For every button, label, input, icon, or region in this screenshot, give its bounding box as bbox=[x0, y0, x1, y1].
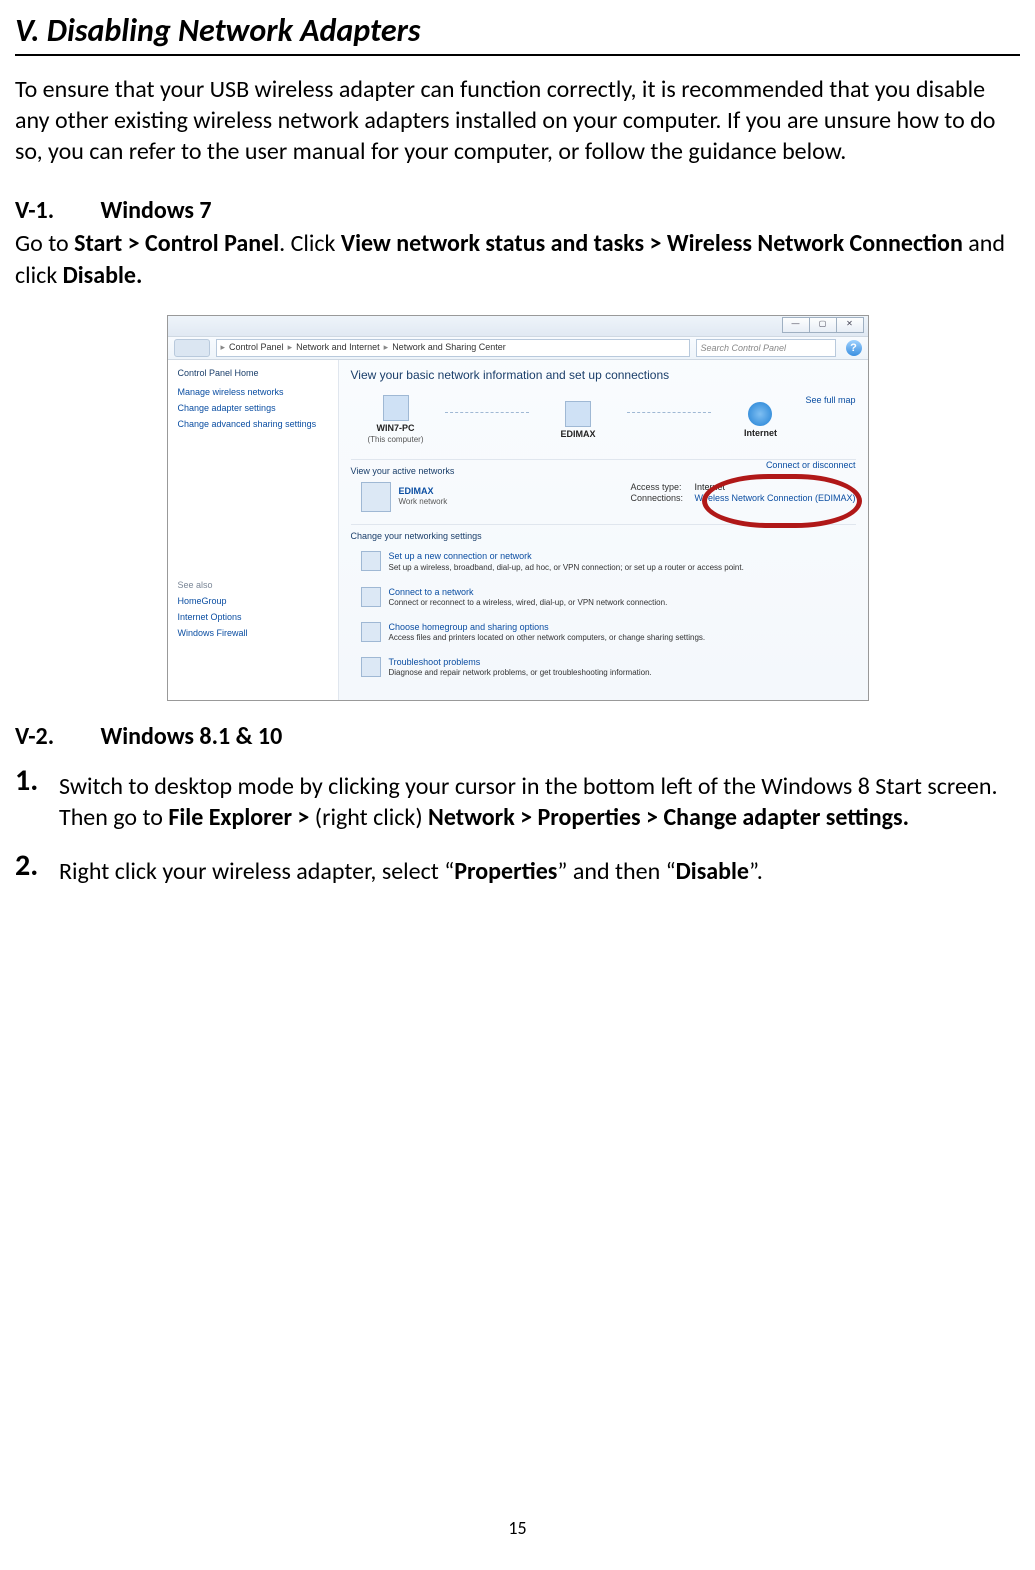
minimize-button[interactable]: — bbox=[782, 317, 810, 333]
window-controls: — ▢ ✕ bbox=[782, 317, 864, 333]
breadcrumb-sep: ▸ bbox=[288, 342, 293, 354]
step-number: 2. bbox=[15, 851, 55, 887]
computer-icon bbox=[383, 395, 409, 421]
breadcrumb-sep: ▸ bbox=[384, 342, 389, 354]
step-body: Right click your wireless adapter, selec… bbox=[55, 856, 1020, 887]
active-network-name[interactable]: EDIMAX bbox=[399, 486, 448, 498]
active-network-type[interactable]: Work network bbox=[399, 497, 448, 507]
setting-item[interactable]: Troubleshoot problems Diagnose and repai… bbox=[351, 652, 856, 687]
active-network-row: EDIMAX Work network Access type: Interne… bbox=[351, 476, 856, 520]
breadcrumb[interactable]: ▸ Control Panel ▸ Network and Internet ▸… bbox=[216, 339, 690, 357]
help-icon[interactable]: ? bbox=[846, 340, 862, 356]
sidebar-link[interactable]: Windows Firewall bbox=[178, 628, 328, 640]
wireless-connection-link[interactable]: Wireless Network Connection (EDIMAX) bbox=[694, 493, 855, 505]
network-node-router: EDIMAX bbox=[533, 401, 623, 441]
sidebar-see-also-heading: See also bbox=[178, 580, 328, 592]
section-v2-number: V-2. bbox=[15, 721, 95, 752]
network-node-internet: Internet bbox=[715, 402, 805, 440]
settings-list: Set up a new connection or network Set u… bbox=[351, 546, 856, 686]
section-v2-title: Windows 8.1 & 10 bbox=[100, 722, 282, 751]
step-1: 1. Switch to desktop mode by clicking yo… bbox=[15, 766, 1020, 833]
main-panel: View your basic network information and … bbox=[339, 360, 868, 700]
setting-item[interactable]: Set up a new connection or network Set u… bbox=[351, 546, 856, 581]
sidebar-heading: Control Panel Home bbox=[178, 368, 328, 380]
sidebar-link[interactable]: HomeGroup bbox=[178, 596, 328, 608]
address-bar: ▸ Control Panel ▸ Network and Internet ▸… bbox=[168, 337, 868, 360]
step-body: Switch to desktop mode by clicking your … bbox=[55, 771, 1020, 833]
network-map: WIN7-PC (This computer) EDIMAX Internet bbox=[351, 391, 856, 455]
main-heading: View your basic network information and … bbox=[351, 368, 856, 384]
win7-screenshot: — ▢ ✕ ▸ Control Panel ▸ Network and Inte… bbox=[15, 315, 1020, 701]
maximize-button[interactable]: ▢ bbox=[810, 317, 837, 333]
homegroup-icon bbox=[361, 622, 381, 642]
chapter-title: V. Disabling Network Adapters bbox=[15, 10, 1020, 56]
win7-window: — ▢ ✕ ▸ Control Panel ▸ Network and Inte… bbox=[167, 315, 869, 701]
section-v1-title: Windows 7 bbox=[100, 196, 211, 225]
page-number: 15 bbox=[15, 1517, 1020, 1540]
step-2: 2. Right click your wireless adapter, se… bbox=[15, 851, 1020, 887]
wizard-icon bbox=[361, 551, 381, 571]
troubleshoot-icon bbox=[361, 657, 381, 677]
search-input[interactable]: Search Control Panel bbox=[696, 339, 836, 357]
steps-list: 1. Switch to desktop mode by clicking yo… bbox=[15, 766, 1020, 888]
sidebar-link[interactable]: Change advanced sharing settings bbox=[178, 419, 328, 431]
connect-icon bbox=[361, 587, 381, 607]
section-v1-heading: V-1. Windows 7 bbox=[15, 195, 1020, 226]
sidebar-link[interactable]: Change adapter settings bbox=[178, 403, 328, 415]
active-network-details: Access type: Internet Connections: Wirel… bbox=[630, 482, 855, 512]
section-v2-heading: V-2. Windows 8.1 & 10 bbox=[15, 721, 1020, 752]
setting-item[interactable]: Choose homegroup and sharing options Acc… bbox=[351, 617, 856, 652]
breadcrumb-item[interactable]: Control Panel bbox=[229, 342, 284, 354]
titlebar: — ▢ ✕ bbox=[168, 316, 868, 337]
network-node-computer: WIN7-PC (This computer) bbox=[351, 395, 441, 445]
sidebar: Control Panel Home Manage wireless netwo… bbox=[168, 360, 339, 700]
intro-paragraph: To ensure that your USB wireless adapter… bbox=[15, 74, 1020, 168]
sidebar-link[interactable]: Internet Options bbox=[178, 612, 328, 624]
network-icon bbox=[361, 482, 391, 512]
breadcrumb-item[interactable]: Network and Internet bbox=[296, 342, 380, 354]
section-v1-number: V-1. bbox=[15, 195, 95, 226]
close-button[interactable]: ✕ bbox=[837, 317, 864, 333]
section-v1-body: Go to Start > Control Panel. Click View … bbox=[15, 228, 1020, 290]
router-icon bbox=[565, 401, 591, 427]
change-settings-heading: Change your networking settings bbox=[351, 524, 856, 543]
setting-item[interactable]: Connect to a network Connect or reconnec… bbox=[351, 582, 856, 617]
globe-icon bbox=[748, 402, 772, 426]
see-full-map-link[interactable]: See full map bbox=[805, 395, 855, 407]
step-number: 1. bbox=[15, 766, 55, 833]
breadcrumb-item[interactable]: Network and Sharing Center bbox=[392, 342, 506, 354]
breadcrumb-sep: ▸ bbox=[221, 342, 226, 354]
sidebar-link[interactable]: Manage wireless networks bbox=[178, 387, 328, 399]
nav-back-forward[interactable] bbox=[174, 339, 210, 357]
